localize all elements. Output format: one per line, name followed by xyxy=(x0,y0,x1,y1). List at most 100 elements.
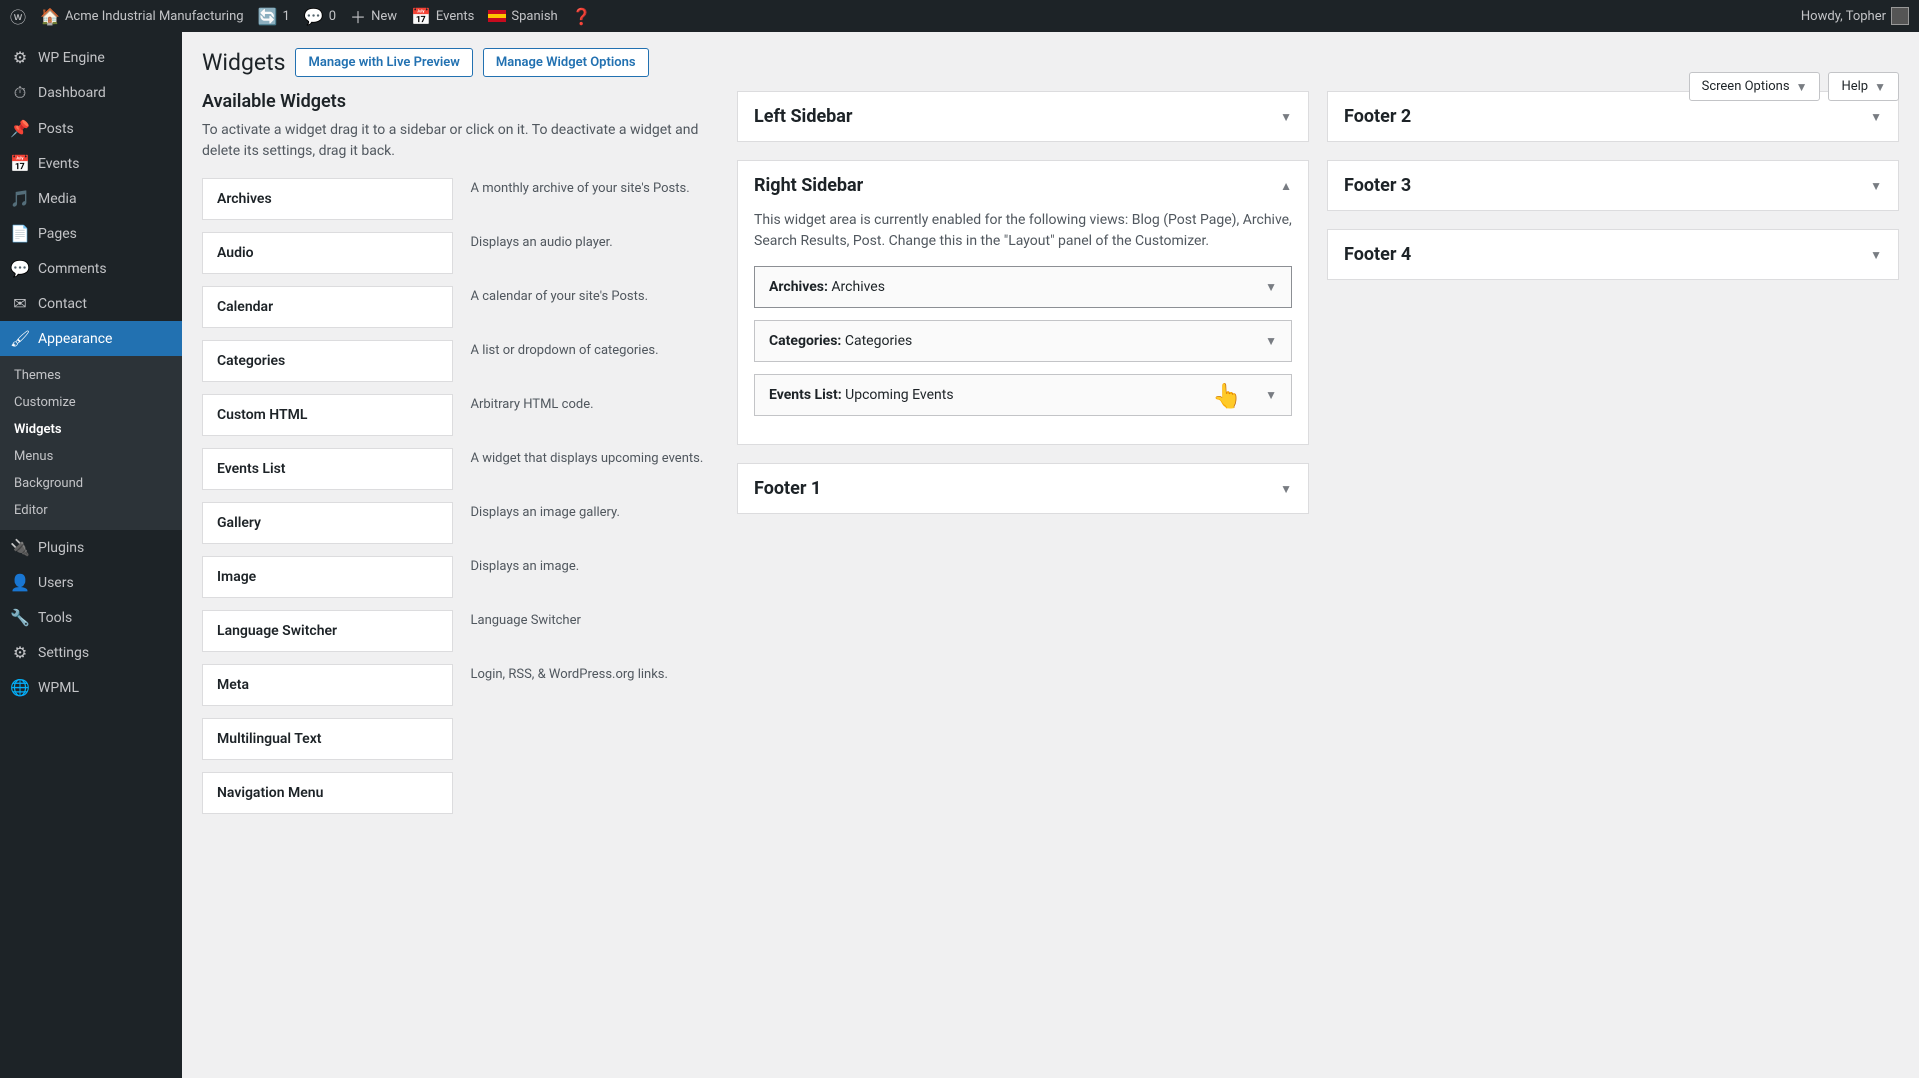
widget-custom-html[interactable]: Custom HTML xyxy=(202,394,453,436)
menu-item-contact[interactable]: ✉Contact xyxy=(0,286,182,321)
chevron-down-icon: ▼ xyxy=(1265,280,1277,294)
chevron-down-icon: ▼ xyxy=(1280,482,1292,496)
menu-icon: 💬 xyxy=(10,259,30,278)
widget-desc: A monthly archive of your site's Posts. xyxy=(467,178,718,220)
widget-desc xyxy=(467,772,718,814)
menu-icon: ⚙ xyxy=(10,643,30,662)
menu-item-media[interactable]: 🎵Media xyxy=(0,181,182,216)
screen-options-button[interactable]: Screen Options▼ xyxy=(1689,72,1821,101)
widget-desc: Displays an audio player. xyxy=(467,232,718,274)
language-link[interactable]: Spanish xyxy=(488,9,557,24)
widget-archives[interactable]: Archives xyxy=(202,178,453,220)
menu-icon: 🖌 xyxy=(10,329,30,348)
widget-area-desc: This widget area is currently enabled fo… xyxy=(754,210,1292,252)
widget-desc: Arbitrary HTML code. xyxy=(467,394,718,436)
widget-desc xyxy=(467,718,718,760)
menu-icon: 📅 xyxy=(10,154,30,173)
widget-instance[interactable]: Categories: Categories▼ xyxy=(754,320,1292,362)
widget-navigation-menu[interactable]: Navigation Menu xyxy=(202,772,453,814)
widget-instance[interactable]: Events List: Upcoming Events▼ xyxy=(754,374,1292,416)
menu-item-pages[interactable]: 📄Pages xyxy=(0,216,182,251)
chevron-down-icon: ▼ xyxy=(1265,388,1277,402)
chevron-down-icon: ▼ xyxy=(1874,80,1886,94)
widget-desc: A list or dropdown of categories. xyxy=(467,340,718,382)
menu-icon: 🎵 xyxy=(10,189,30,208)
submenu-item-themes[interactable]: Themes xyxy=(0,362,182,389)
menu-item-plugins[interactable]: 🔌Plugins xyxy=(0,530,182,565)
widget-area-header[interactable]: Footer 4▼ xyxy=(1328,230,1898,279)
widget-area-left-sidebar: Left Sidebar▼ xyxy=(737,91,1309,142)
widget-audio[interactable]: Audio xyxy=(202,232,453,274)
widget-meta[interactable]: Meta xyxy=(202,664,453,706)
widget-area-footer-1: Footer 1▼ xyxy=(737,463,1309,514)
widget-area-header[interactable]: Footer 1▼ xyxy=(738,464,1308,513)
menu-icon: 👤 xyxy=(10,573,30,592)
widget-area-header[interactable]: Footer 3▼ xyxy=(1328,161,1898,210)
admin-bar: ⓦ 🏠Acme Industrial Manufacturing 🔄1 💬0 ＋… xyxy=(0,0,1919,32)
menu-item-wpml[interactable]: 🌐WPML xyxy=(0,670,182,705)
manage-widget-options-button[interactable]: Manage Widget Options xyxy=(483,48,649,77)
avatar xyxy=(1891,7,1909,25)
widget-desc: A calendar of your site's Posts. xyxy=(467,286,718,328)
admin-sidebar: ⚙WP Engine⏱Dashboard📌Posts📅Events🎵Media📄… xyxy=(0,32,182,1078)
widget-area-header[interactable]: Left Sidebar▼ xyxy=(738,92,1308,141)
comments-link[interactable]: 💬0 xyxy=(304,7,336,26)
widget-events-list[interactable]: Events List xyxy=(202,448,453,490)
widget-area-right-sidebar: Right Sidebar▲This widget area is curren… xyxy=(737,160,1309,445)
menu-icon: 🔌 xyxy=(10,538,30,557)
updates-link[interactable]: 🔄1 xyxy=(258,7,290,26)
submenu-item-widgets[interactable]: Widgets xyxy=(0,416,182,443)
available-widgets-heading: Available Widgets xyxy=(202,91,717,112)
chevron-down-icon: ▼ xyxy=(1796,80,1808,94)
chevron-up-icon: ▲ xyxy=(1280,179,1292,193)
menu-icon: ⚙ xyxy=(10,48,30,67)
menu-icon: ⏱ xyxy=(10,83,30,103)
submenu-item-editor[interactable]: Editor xyxy=(0,497,182,524)
new-link[interactable]: ＋New xyxy=(350,4,397,28)
submenu-item-menus[interactable]: Menus xyxy=(0,443,182,470)
menu-item-users[interactable]: 👤Users xyxy=(0,565,182,600)
widget-image[interactable]: Image xyxy=(202,556,453,598)
menu-item-posts[interactable]: 📌Posts xyxy=(0,111,182,146)
menu-icon: ✉ xyxy=(10,294,30,313)
page-title: Widgets xyxy=(202,49,285,76)
chevron-down-icon: ▼ xyxy=(1870,248,1882,262)
widget-area-footer-3: Footer 3▼ xyxy=(1327,160,1899,211)
menu-icon: 📄 xyxy=(10,224,30,243)
submenu-item-background[interactable]: Background xyxy=(0,470,182,497)
chevron-down-icon: ▼ xyxy=(1280,110,1292,124)
menu-item-dashboard[interactable]: ⏱Dashboard xyxy=(0,75,182,111)
chevron-down-icon: ▼ xyxy=(1870,110,1882,124)
wp-logo-icon[interactable]: ⓦ xyxy=(10,4,26,28)
account-link[interactable]: Howdy, Topher xyxy=(1801,7,1909,25)
menu-item-appearance[interactable]: 🖌Appearance xyxy=(0,321,182,356)
menu-icon: 🔧 xyxy=(10,608,30,627)
widget-desc: Displays an image gallery. xyxy=(467,502,718,544)
widget-multilingual-text[interactable]: Multilingual Text xyxy=(202,718,453,760)
widget-desc: Login, RSS, & WordPress.org links. xyxy=(467,664,718,706)
menu-item-tools[interactable]: 🔧Tools xyxy=(0,600,182,635)
widget-area-header[interactable]: Right Sidebar▲ xyxy=(738,161,1308,210)
widget-instance[interactable]: Archives: Archives▼ xyxy=(754,266,1292,308)
menu-item-events[interactable]: 📅Events xyxy=(0,146,182,181)
menu-item-wp-engine[interactable]: ⚙WP Engine xyxy=(0,40,182,75)
widget-gallery[interactable]: Gallery xyxy=(202,502,453,544)
widget-calendar[interactable]: Calendar xyxy=(202,286,453,328)
manage-live-preview-button[interactable]: Manage with Live Preview xyxy=(295,48,472,77)
widget-categories[interactable]: Categories xyxy=(202,340,453,382)
help-icon[interactable]: ❓ xyxy=(572,7,592,26)
help-button[interactable]: Help▼ xyxy=(1828,72,1899,101)
menu-item-comments[interactable]: 💬Comments xyxy=(0,251,182,286)
events-link[interactable]: 📅Events xyxy=(411,7,474,26)
widget-area-footer-4: Footer 4▼ xyxy=(1327,229,1899,280)
flag-es-icon xyxy=(488,10,506,22)
widget-language-switcher[interactable]: Language Switcher xyxy=(202,610,453,652)
chevron-down-icon: ▼ xyxy=(1265,334,1277,348)
menu-item-settings[interactable]: ⚙Settings xyxy=(0,635,182,670)
chevron-down-icon: ▼ xyxy=(1870,179,1882,193)
site-link[interactable]: 🏠Acme Industrial Manufacturing xyxy=(40,7,244,26)
widget-desc: Displays an image. xyxy=(467,556,718,598)
widget-desc: Language Switcher xyxy=(467,610,718,652)
menu-icon: 📌 xyxy=(10,119,30,138)
submenu-item-customize[interactable]: Customize xyxy=(0,389,182,416)
